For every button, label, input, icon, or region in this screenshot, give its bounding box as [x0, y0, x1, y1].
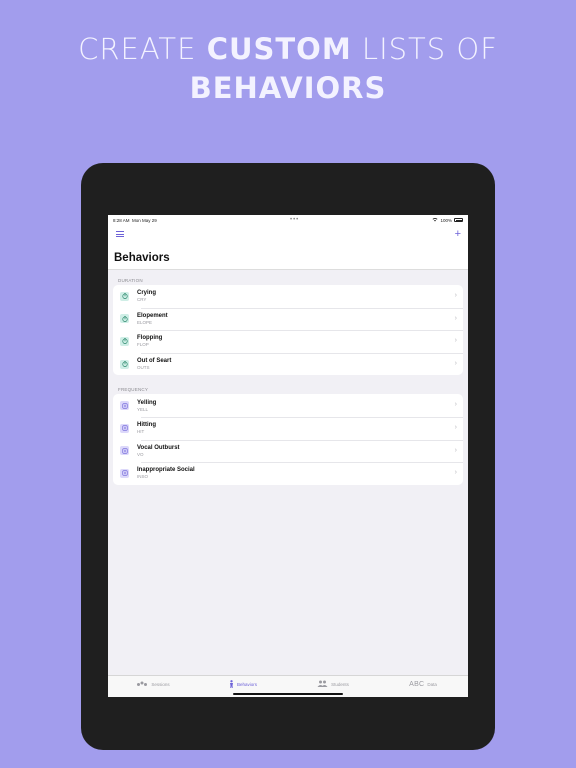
multitasking-dots[interactable]: ••• [290, 217, 299, 223]
list-item[interactable]: Crying CRY › [113, 285, 463, 308]
duration-behavior-list: Crying CRY › Elopement ELOPE › Flopping FLO… [113, 285, 463, 376]
behaviors-icon [229, 679, 234, 690]
home-indicator[interactable] [233, 693, 343, 695]
headline: CREATE CUSTOM LISTS OF BEHAVIORS [0, 30, 576, 108]
battery-percent: 100% [440, 217, 452, 223]
section-header-frequency: FREQUENCY [118, 387, 149, 393]
chevron-right-icon: › [454, 423, 457, 431]
wifi-icon [432, 217, 438, 223]
behavior-name: Vocal Outburst [137, 444, 180, 451]
tab-label: Data [427, 682, 437, 687]
list-item[interactable]: Vocal Outburst VO › [113, 439, 463, 463]
counter-icon [120, 423, 129, 433]
counter-icon [120, 446, 129, 456]
behavior-name: Crying [137, 290, 157, 297]
list-item[interactable]: Elopement ELOPE › [113, 307, 463, 331]
behavior-name: Elopement [137, 312, 168, 319]
behavior-name: Hitting [137, 422, 156, 429]
chevron-right-icon: › [454, 469, 457, 477]
list-item[interactable]: Inappropriate Social INSO › [113, 462, 463, 485]
status-time: 8:28 AM [113, 217, 130, 223]
behavior-name: Inappropriate Social [137, 467, 195, 474]
headline-line-1: CREATE CUSTOM LISTS OF [0, 30, 576, 69]
section-header-duration: DURATION [118, 278, 143, 283]
timer-icon [120, 336, 129, 346]
chevron-right-icon: › [454, 337, 457, 345]
headline-bold-text: CUSTOM [206, 32, 352, 66]
navigation-bar: + Behaviors [108, 225, 468, 270]
chevron-right-icon: › [454, 401, 457, 409]
abc-icon: ABC [409, 681, 425, 688]
headline-text: CREATE [78, 32, 207, 66]
behavior-name: Yelling [137, 399, 157, 406]
chevron-right-icon: › [454, 359, 457, 367]
status-left: 8:28 AM Mon May 29 [113, 218, 157, 223]
headline-text: LISTS OF [351, 32, 498, 66]
sessions-icon [136, 681, 148, 689]
status-bar: 8:28 AM Mon May 29 ••• 100% [108, 215, 468, 225]
headline-line-2: BEHAVIORS [0, 69, 576, 108]
battery-icon [454, 218, 463, 222]
behavior-code: HIT [137, 429, 145, 435]
list-item[interactable]: Out of Seart OUTS › [113, 352, 463, 376]
behavior-code: YELL [137, 406, 149, 412]
tab-sessions[interactable]: Sessions [108, 676, 198, 697]
menu-icon[interactable] [116, 231, 124, 237]
status-right: 100% [432, 217, 463, 223]
behavior-code: INSO [137, 474, 149, 480]
behavior-name: Out of Seart [137, 358, 172, 365]
behavior-code: CRY [137, 297, 147, 303]
behavior-code: ELOPE [137, 319, 153, 325]
behavior-code: OUTS [137, 365, 150, 371]
behavior-code: FLOP [137, 342, 149, 348]
tab-bar: Sessions Behaviors Students ABC Data [108, 675, 468, 697]
chevron-right-icon: › [454, 446, 457, 454]
timer-icon [120, 359, 129, 369]
list-item[interactable]: Yelling YELL › [113, 394, 463, 417]
app-screen: 8:28 AM Mon May 29 ••• 100% + Behaviors … [108, 215, 468, 697]
behavior-code: VO [137, 451, 144, 457]
timer-icon [120, 314, 129, 324]
tab-label: Students [331, 682, 349, 687]
chevron-right-icon: › [454, 314, 457, 322]
add-behavior-button[interactable]: + [455, 227, 461, 241]
chevron-right-icon: › [454, 292, 457, 299]
page-title: Behaviors [114, 252, 170, 264]
status-date: Mon May 29 [132, 217, 157, 223]
timer-icon [120, 291, 129, 301]
tab-label: Sessions [151, 682, 170, 687]
headline-bold-text: BEHAVIORS [189, 71, 387, 105]
list-item[interactable]: Hitting HIT › [113, 416, 463, 440]
counter-icon [120, 401, 129, 411]
students-icon [317, 680, 328, 689]
list-item[interactable]: Flopping FLOP › [113, 330, 463, 353]
behavior-name: Flopping [137, 335, 163, 342]
frequency-behavior-list: Yelling YELL › Hitting HIT › Vocal Outburs… [113, 394, 463, 485]
counter-icon [120, 468, 129, 478]
tab-label: Behaviors [236, 682, 257, 687]
tab-data[interactable]: ABC Data [378, 676, 468, 697]
